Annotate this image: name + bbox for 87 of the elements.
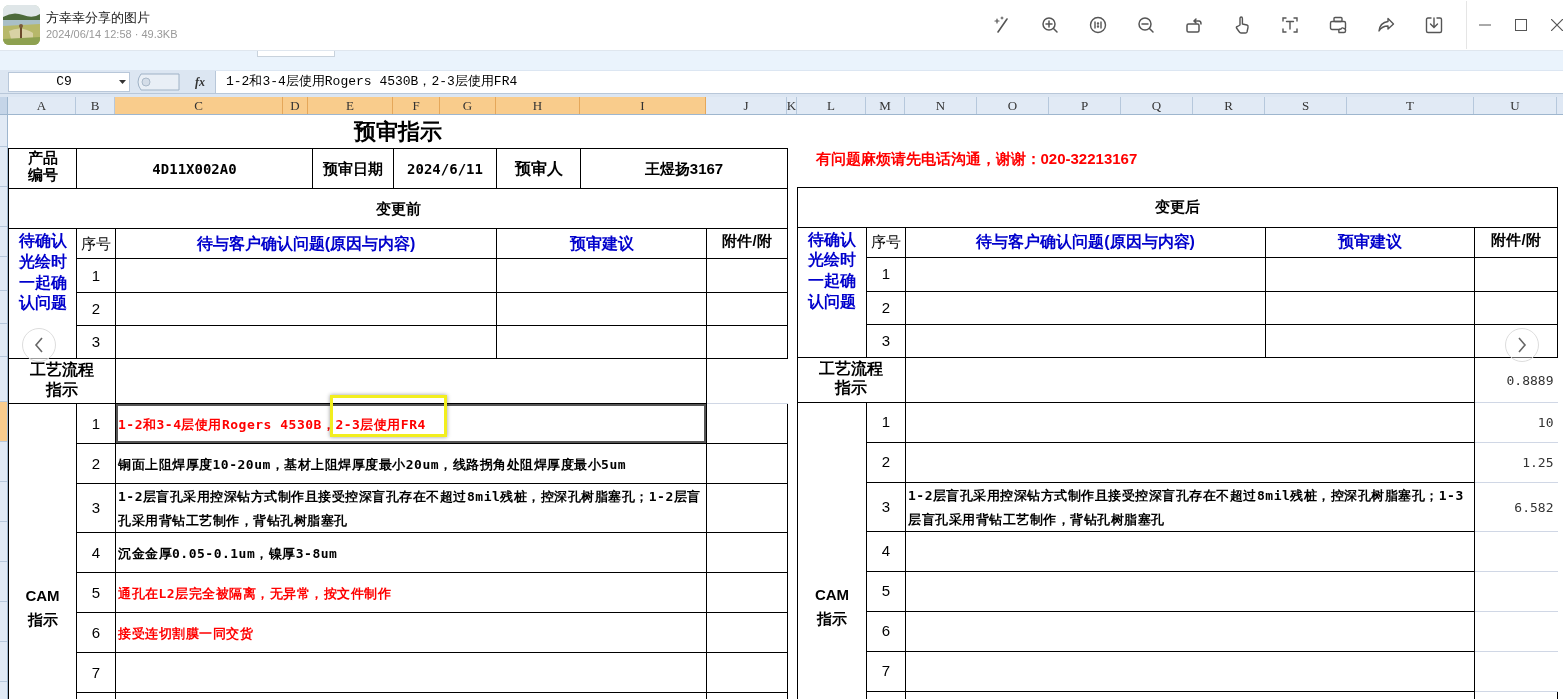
zoom-in-icon [1041, 16, 1059, 34]
column-header[interactable]: D [283, 97, 308, 114]
magic-wand-icon [993, 16, 1011, 34]
table-cell: 6 [91, 623, 101, 641]
table-cell: 通孔在L2层完全被隔离，无异常，按文件制作 [118, 585, 392, 601]
column-header[interactable]: G [440, 97, 496, 114]
table-cell: 附件/附 [1491, 230, 1541, 248]
table-cell: 0.8889 [1506, 372, 1554, 388]
next-button[interactable] [1505, 328, 1539, 362]
table-cell: 预审建议 [1338, 233, 1402, 250]
chevron-left-icon [34, 337, 44, 353]
table-cell: 王煜扬3167 [644, 159, 724, 177]
text-frame-icon [1281, 16, 1299, 34]
image-title: 方幸幸分享的图片 [46, 8, 151, 27]
table-cell: 6 [881, 622, 891, 639]
column-header[interactable]: I [580, 97, 706, 114]
table-cell: 4 [91, 543, 101, 561]
table-cell: 3 [91, 499, 101, 516]
table-cell: 7 [91, 663, 101, 681]
table-cell: 1 [881, 265, 891, 282]
table-cell: 变更前 [375, 199, 421, 217]
table-cell: 变更后 [1155, 198, 1200, 215]
table-cell: 5 [91, 583, 101, 601]
table-cell: 预审人 [514, 159, 563, 177]
close-icon [1551, 19, 1563, 31]
table-cell: 2 [91, 454, 101, 472]
download-icon [1425, 16, 1443, 34]
table-cell-text: 工艺流程指示 [29, 360, 95, 399]
dropdown-arrow-icon [119, 79, 126, 84]
table-cell: 3 [881, 497, 891, 515]
table-cell: 1.25 [1522, 455, 1554, 470]
table-cell: 待与客户确认问题(原因与内容) [976, 233, 1195, 250]
table-cell: 1 [91, 266, 101, 284]
table-cell-text: 待确认光绘时一起确认问题 [808, 229, 856, 312]
actual-size-icon [1089, 16, 1107, 34]
row-header[interactable] [0, 402, 7, 442]
table-cell: 1-2层盲孔采用控深钻方式制作且接受控深盲孔存在不超过8mil残桩，控深孔树脂塞孔；1-2层盲孔采用背钻工艺制作，背钻孔树脂塞孔 [118, 489, 701, 528]
table-cell: 有问题麻烦请先电话沟通，谢谢：020-32213167 [815, 150, 1138, 167]
zoom-out-icon [1137, 16, 1155, 34]
table-cell: 5 [881, 582, 891, 599]
table-cell: 1-2和3-4层使用Rogers 4530B，2-3层使用FR4 [118, 416, 426, 432]
table-cell: 序号 [81, 234, 111, 252]
table-cell: 产品编号 [26, 150, 59, 184]
share-icon [1377, 16, 1395, 34]
table-cell-text: 工艺流程指示 [818, 358, 885, 398]
table-cell: 附件/附 [722, 232, 772, 249]
table-cell: 2024/6/11 [407, 160, 483, 177]
table-cell-text: 待确认光绘时一起确认问题 [18, 231, 67, 314]
table-cell: 3 [91, 333, 101, 350]
hand-pointer-icon [1233, 16, 1251, 34]
table-cell: 2 [881, 453, 891, 470]
sheet-title: 预审指示 [354, 119, 442, 144]
table-cell: CAM 指示 [25, 587, 60, 628]
table-cell: 1-2层盲孔采用控深钻方式制作且接受控深盲孔存在不超过8mil残桩，控深孔树脂塞孔；1-3层盲孔采用背钻工艺制作，背钻孔树脂塞孔 [908, 487, 1464, 527]
table-cell: 7 [881, 662, 891, 679]
image-info: 2024/06/14 12:58 · 49.3KB [46, 26, 178, 42]
table-cell: 1 [881, 413, 891, 430]
column-header[interactable]: C [115, 97, 283, 114]
table-cell: 铜面上阻焊厚度10-20um，基材上阻焊厚度最小20um，线路拐角处阻焊厚度最小5um [118, 456, 627, 472]
formula-input[interactable]: 1-2和3-4层使用Rogers 4530B，2-3层使用FR4 [215, 70, 1563, 93]
minimize-icon [1479, 24, 1491, 26]
name-box[interactable]: C9 [8, 71, 130, 92]
table-cell: 3 [881, 331, 891, 349]
table-cell: 4 [881, 542, 891, 559]
table-cell: 2 [881, 298, 891, 316]
previous-button[interactable] [22, 328, 56, 362]
table-cell: 2 [91, 300, 101, 317]
table-cell: 接受连切割膜一同交货 [118, 625, 253, 641]
table-cell: CAM 指示 [814, 585, 850, 627]
table-cell: 序号 [871, 233, 901, 250]
print-icon [1329, 16, 1347, 34]
select-all-corner[interactable] [0, 97, 8, 114]
maximize-icon [1515, 19, 1527, 31]
table-cell: 待与客户确认问题(原因与内容) [196, 234, 416, 252]
table-cell: 沉金金厚0.05-0.1um，镍厚3-8um [118, 545, 338, 561]
column-header[interactable]: E [308, 97, 393, 114]
table-cell: 6.582 [1514, 499, 1554, 515]
chevron-right-icon [1517, 337, 1527, 353]
table-cell: 10 [1537, 415, 1554, 430]
table-cell: 预审日期 [323, 159, 383, 177]
table-cell: 预审建议 [569, 234, 634, 252]
column-header[interactable]: F [393, 97, 440, 114]
table-cell: 4D11X002A0 [152, 160, 237, 177]
rotate-icon [1185, 16, 1203, 34]
column-header[interactable]: H [496, 97, 580, 114]
insert-function-button[interactable]: fx [195, 72, 205, 91]
table-cell: 1 [91, 414, 101, 432]
